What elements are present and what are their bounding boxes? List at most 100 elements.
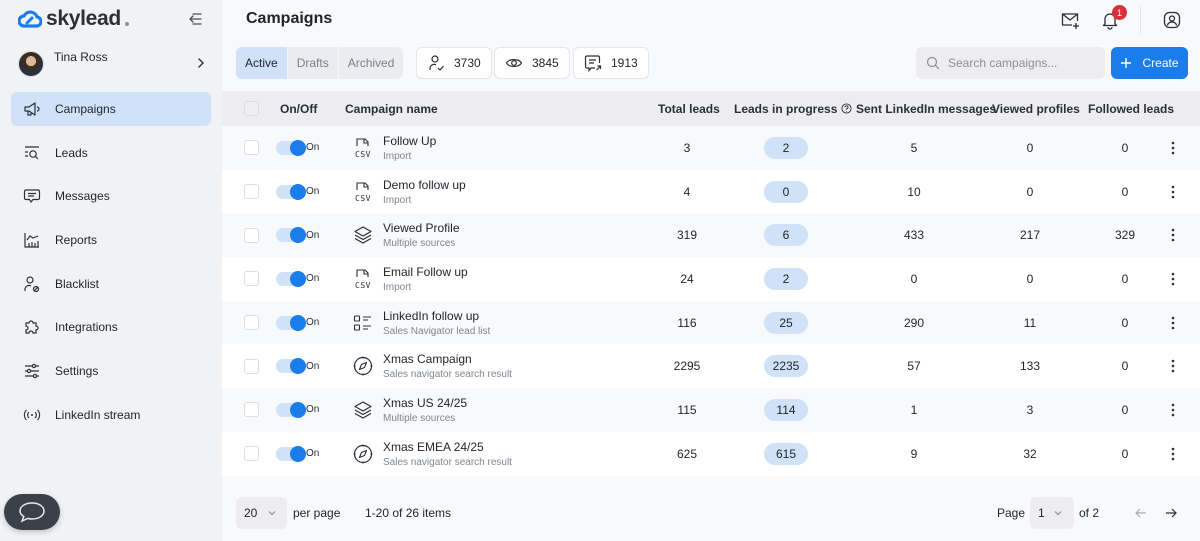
select-all-checkbox[interactable]	[244, 101, 259, 116]
new-message-button[interactable]	[1060, 10, 1080, 30]
more-vertical-icon	[1171, 185, 1175, 198]
user-profile-menu[interactable]: Tina Ross	[18, 50, 208, 78]
campaign-name[interactable]: Email Follow up	[383, 265, 468, 279]
row-actions-button[interactable]	[1168, 402, 1178, 418]
toggle-label: On	[306, 229, 320, 241]
row-checkbox[interactable]	[244, 402, 259, 418]
campaign-toggle[interactable]	[276, 445, 306, 462]
campaign-name[interactable]: Demo follow up	[383, 178, 466, 192]
stat-viewed-profiles: 3845	[494, 47, 570, 79]
followed-leads: 0	[1121, 446, 1129, 461]
total-leads: 2295	[673, 359, 701, 374]
row-actions-button[interactable]	[1168, 140, 1178, 156]
column-header-sent-linkedin-messages[interactable]: Sent LinkedIn messages	[856, 102, 996, 116]
per-page-select[interactable]: 20	[236, 497, 287, 529]
column-header-total-leads[interactable]: Total leads	[658, 102, 720, 116]
campaign-toggle[interactable]	[276, 314, 306, 331]
main-content: Campaigns 1 Active Drafts Archived 3730 …	[222, 0, 1200, 541]
sidebar-item-settings[interactable]: Settings	[11, 354, 211, 388]
create-label: Create	[1142, 56, 1179, 70]
campaign-toggle[interactable]	[276, 183, 306, 200]
campaign-toggle[interactable]	[276, 358, 306, 375]
leads-in-progress-badge: 2	[764, 267, 808, 290]
sidebar-item-leads[interactable]: Leads	[11, 136, 211, 170]
campaign-toggle[interactable]	[276, 227, 306, 244]
campaign-toggle[interactable]	[276, 139, 306, 156]
chat-bubble-icon	[19, 502, 45, 523]
layers-icon	[352, 223, 374, 247]
viewed-profiles: 11	[1023, 315, 1037, 330]
notifications-button[interactable]: 1	[1100, 5, 1127, 30]
row-checkbox[interactable]	[244, 184, 259, 200]
user-name: Tina Ross	[54, 50, 108, 64]
user-block-icon	[23, 275, 41, 293]
page-select[interactable]: 1	[1030, 497, 1074, 529]
column-header-campaign-name[interactable]: Campaign name	[345, 102, 438, 116]
sidebar-item-label: Reports	[55, 233, 98, 248]
row-checkbox[interactable]	[244, 358, 259, 374]
row-checkbox[interactable]	[244, 315, 259, 331]
collapse-sidebar-button[interactable]	[183, 10, 203, 28]
campaign-name[interactable]: LinkedIn follow up	[383, 309, 479, 323]
create-campaign-button[interactable]: Create	[1111, 47, 1188, 79]
row-checkbox[interactable]	[244, 271, 259, 287]
tab-archived[interactable]: Archived	[339, 47, 404, 79]
logo[interactable]: skylead	[18, 7, 129, 31]
row-checkbox[interactable]	[244, 227, 259, 243]
table-row: On CSV Email Follow up Import 24 2 0 0 0	[222, 257, 1200, 301]
sidebar-item-blacklist[interactable]: Blacklist	[11, 267, 211, 301]
sidebar-item-reports[interactable]: Reports	[11, 223, 211, 257]
row-actions-button[interactable]	[1168, 271, 1178, 287]
campaign-toggle[interactable]	[276, 401, 306, 418]
campaign-source: Multiple sources	[383, 238, 456, 250]
sent-linkedin-messages: 9	[910, 446, 918, 461]
more-vertical-icon	[1171, 316, 1175, 329]
stat-value: 3845	[532, 56, 559, 70]
compass-icon	[352, 442, 374, 466]
toggle-knob	[290, 314, 306, 331]
sidebar-item-messages[interactable]: Messages	[11, 179, 211, 213]
total-leads: 319	[676, 228, 698, 243]
column-header-leads-in-progress[interactable]: Leads in progress	[734, 102, 852, 116]
followed-leads: 0	[1121, 315, 1129, 330]
chat-support-button[interactable]	[4, 494, 60, 530]
next-page-button[interactable]	[1164, 506, 1178, 523]
row-actions-button[interactable]	[1168, 315, 1178, 331]
row-checkbox[interactable]	[244, 140, 259, 156]
column-header-followed-leads[interactable]: Followed leads	[1088, 102, 1174, 116]
sidebar-item-linkedin-stream[interactable]: LinkedIn stream	[11, 398, 211, 432]
csv-icon: CSV	[352, 136, 374, 160]
sent-linkedin-messages: 10	[907, 184, 921, 199]
sidebar-item-campaigns[interactable]: Campaigns	[11, 92, 211, 126]
toggle-label: On	[306, 273, 320, 285]
table-body: On CSV Follow Up Import 3 2 5 0 0 On CSV…	[222, 126, 1200, 476]
sidebar-item-label: Campaigns	[55, 102, 116, 116]
account-button[interactable]	[1162, 10, 1182, 30]
row-checkbox[interactable]	[244, 446, 259, 462]
followed-leads: 329	[1114, 228, 1136, 243]
help-icon[interactable]	[841, 103, 852, 114]
campaign-name[interactable]: Xmas US 24/25	[383, 396, 467, 410]
campaign-name[interactable]: Xmas EMEA 24/25	[383, 440, 484, 454]
search-input[interactable]	[948, 56, 1098, 70]
viewed-profiles: 0	[1026, 140, 1034, 155]
sidebar-item-label: LinkedIn stream	[55, 407, 141, 422]
row-actions-button[interactable]	[1168, 446, 1178, 462]
campaign-name[interactable]: Viewed Profile	[383, 221, 460, 235]
row-actions-button[interactable]	[1168, 184, 1178, 200]
viewed-profiles: 0	[1026, 184, 1034, 199]
sidebar-item-integrations[interactable]: Integrations	[11, 310, 211, 344]
campaign-name[interactable]: Follow Up	[383, 134, 436, 148]
campaign-name[interactable]: Xmas Campaign	[383, 352, 472, 366]
row-actions-button[interactable]	[1168, 358, 1178, 374]
previous-page-button[interactable]	[1134, 506, 1148, 523]
column-header-onoff: On/Off	[280, 101, 318, 116]
leads-in-progress-badge: 114	[764, 398, 808, 421]
row-actions-button[interactable]	[1168, 227, 1178, 243]
tab-active[interactable]: Active	[236, 47, 288, 79]
tab-drafts[interactable]: Drafts	[288, 47, 339, 79]
more-vertical-icon	[1171, 141, 1175, 155]
column-header-viewed-profiles[interactable]: Viewed profiles	[992, 102, 1080, 116]
campaign-source: Sales navigator search result	[383, 456, 512, 468]
campaign-toggle[interactable]	[276, 270, 306, 287]
